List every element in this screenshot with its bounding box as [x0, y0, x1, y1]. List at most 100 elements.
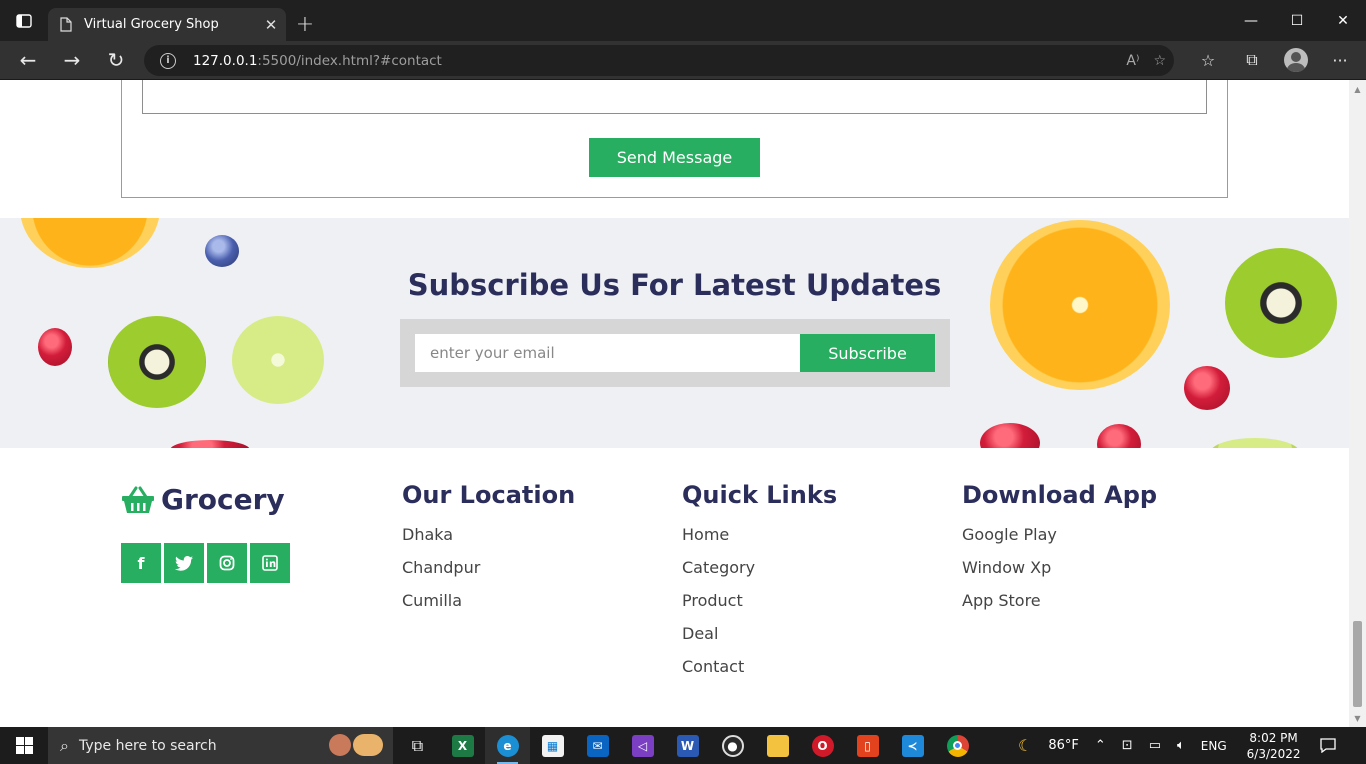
- favorites-icon[interactable]: ☆: [1186, 43, 1230, 77]
- word-icon[interactable]: W: [665, 727, 710, 764]
- download-link-google-play[interactable]: Google Play: [962, 523, 1157, 556]
- instagram-icon[interactable]: [207, 543, 247, 583]
- message-textarea[interactable]: [142, 80, 1207, 114]
- microsoft-store-icon[interactable]: ▦: [530, 727, 575, 764]
- raspberry-decoration: [1097, 424, 1141, 448]
- taskbar-search[interactable]: ⌕ Type here to search: [48, 727, 393, 764]
- close-tab-icon[interactable]: ✕: [256, 10, 286, 40]
- linkedin-icon[interactable]: [250, 543, 290, 583]
- strawberry-decoration: [980, 423, 1040, 448]
- meet-now-icon[interactable]: ⊡: [1122, 738, 1133, 753]
- opera-icon[interactable]: O: [800, 727, 845, 764]
- kiwi-decoration: [1225, 248, 1337, 358]
- tab-title: Virtual Grocery Shop: [84, 17, 219, 32]
- contact-form: Send Message: [121, 80, 1228, 198]
- clock[interactable]: 8:02 PM 6/3/2022: [1247, 730, 1301, 762]
- address-bar[interactable]: i 127.0.0.1:5500/index.html?#contact A⁾ …: [144, 45, 1174, 76]
- page-icon: [60, 17, 74, 33]
- email-input[interactable]: [415, 334, 800, 372]
- quick-links-column: Quick Links Home Category Product Deal C…: [682, 481, 837, 688]
- quick-link-home[interactable]: Home: [682, 523, 837, 556]
- subscribe-button[interactable]: Subscribe: [800, 334, 935, 372]
- windows-start-icon[interactable]: [0, 727, 48, 764]
- strawberry-decoration: [170, 440, 250, 448]
- brand-logo[interactable]: Grocery: [121, 483, 285, 516]
- newsletter-title: Subscribe Us For Latest Updates: [407, 268, 942, 302]
- orange-decoration: [990, 220, 1170, 390]
- refresh-icon[interactable]: ↻: [99, 43, 133, 77]
- taskbar-apps: ⧉ X e ▦ ✉ ◁ W ● O ▯ ≺: [395, 727, 980, 764]
- office-icon[interactable]: ▯: [845, 727, 890, 764]
- lime-decoration: [232, 316, 324, 404]
- read-aloud-icon[interactable]: A⁾: [1126, 53, 1139, 69]
- download-link-window-xp[interactable]: Window Xp: [962, 556, 1157, 589]
- task-view-icon[interactable]: ⧉: [395, 727, 440, 764]
- add-favorite-icon[interactable]: ☆: [1153, 53, 1166, 69]
- send-message-button[interactable]: Send Message: [589, 138, 760, 177]
- new-tab-icon[interactable]: +: [290, 9, 320, 39]
- page-scrollbar[interactable]: ▲ ▼: [1349, 80, 1366, 727]
- scroll-up-icon[interactable]: ▲: [1349, 82, 1366, 96]
- browser-tab[interactable]: Virtual Grocery Shop ✕: [48, 8, 286, 41]
- raspberry-decoration: [1184, 366, 1230, 410]
- kiwi-decoration: [108, 316, 206, 408]
- info-icon[interactable]: i: [160, 52, 176, 69]
- forward-icon[interactable]: →: [55, 43, 89, 77]
- browser-titlebar: Virtual Grocery Shop ✕ + — ☐ ✕: [0, 0, 1366, 41]
- lime-decoration: [1210, 438, 1300, 448]
- search-highlight-icon: [329, 734, 383, 756]
- page-viewport: Send Message Subscribe Us For Latest Upd…: [0, 80, 1349, 727]
- collections-icon[interactable]: ⧉: [1230, 43, 1274, 77]
- language-indicator[interactable]: ENG: [1201, 739, 1227, 753]
- orange-decoration: [20, 218, 160, 268]
- notifications-icon[interactable]: [1313, 731, 1343, 761]
- battery-icon[interactable]: ▭: [1149, 738, 1161, 753]
- excel-icon[interactable]: X: [440, 727, 485, 764]
- quick-link-product[interactable]: Product: [682, 589, 837, 622]
- chrome-icon[interactable]: [935, 727, 980, 764]
- download-heading: Download App: [962, 481, 1158, 509]
- vscode-icon[interactable]: ≺: [890, 727, 935, 764]
- newsletter-section: Subscribe Us For Latest Updates Subscrib…: [0, 218, 1349, 448]
- scroll-thumb[interactable]: [1353, 621, 1362, 707]
- basket-icon: [122, 486, 154, 513]
- edge-icon[interactable]: e: [485, 727, 530, 764]
- location-link[interactable]: Dhaka: [402, 523, 575, 556]
- weather-temp[interactable]: 86°F: [1048, 738, 1079, 753]
- scroll-down-icon[interactable]: ▼: [1349, 711, 1366, 725]
- twitter-icon[interactable]: [164, 543, 204, 583]
- facebook-icon[interactable]: f: [121, 543, 161, 583]
- location-link[interactable]: Cumilla: [402, 589, 575, 622]
- location-column: Our Location Dhaka Chandpur Cumilla: [402, 481, 575, 622]
- raspberry-decoration: [38, 328, 72, 366]
- social-links: f: [121, 543, 290, 583]
- search-placeholder: Type here to search: [78, 737, 217, 754]
- file-explorer-icon[interactable]: [755, 727, 800, 764]
- minimize-icon[interactable]: —: [1228, 0, 1274, 41]
- obs-icon[interactable]: ●: [710, 727, 755, 764]
- search-icon: ⌕: [60, 735, 69, 755]
- quick-link-deal[interactable]: Deal: [682, 622, 837, 655]
- close-window-icon[interactable]: ✕: [1320, 0, 1366, 41]
- url-text[interactable]: 127.0.0.1:5500/index.html?#contact: [193, 53, 442, 69]
- maximize-icon[interactable]: ☐: [1274, 0, 1320, 41]
- quick-link-category[interactable]: Category: [682, 556, 837, 589]
- location-link[interactable]: Chandpur: [402, 556, 575, 589]
- show-hidden-icons-icon[interactable]: ⌃: [1095, 738, 1106, 753]
- back-icon[interactable]: ←: [11, 43, 45, 77]
- profile-avatar[interactable]: [1274, 43, 1318, 77]
- quick-link-contact[interactable]: Contact: [682, 655, 837, 688]
- tab-actions-icon[interactable]: [0, 0, 48, 41]
- clock-date: 6/3/2022: [1246, 746, 1301, 761]
- visual-studio-icon[interactable]: ◁: [620, 727, 665, 764]
- mail-icon[interactable]: ✉: [575, 727, 620, 764]
- download-link-app-store[interactable]: App Store: [962, 589, 1157, 622]
- weather-icon[interactable]: ☾: [1018, 736, 1032, 755]
- brand-name: Grocery: [161, 483, 285, 516]
- windows-taskbar: ⌕ Type here to search ⧉ X e ▦ ✉ ◁ W ● O …: [0, 727, 1366, 764]
- system-tray: ☾ 86°F ⌃ ⊡ ▭ 🔈︎ ENG 8:02 PM 6/3/2022: [1010, 727, 1343, 764]
- subscribe-form: Subscribe: [400, 319, 950, 387]
- download-column: Download App Google Play Window Xp App S…: [962, 481, 1157, 622]
- volume-icon[interactable]: 🔈︎: [1177, 738, 1185, 753]
- more-menu-icon[interactable]: ···: [1318, 43, 1362, 77]
